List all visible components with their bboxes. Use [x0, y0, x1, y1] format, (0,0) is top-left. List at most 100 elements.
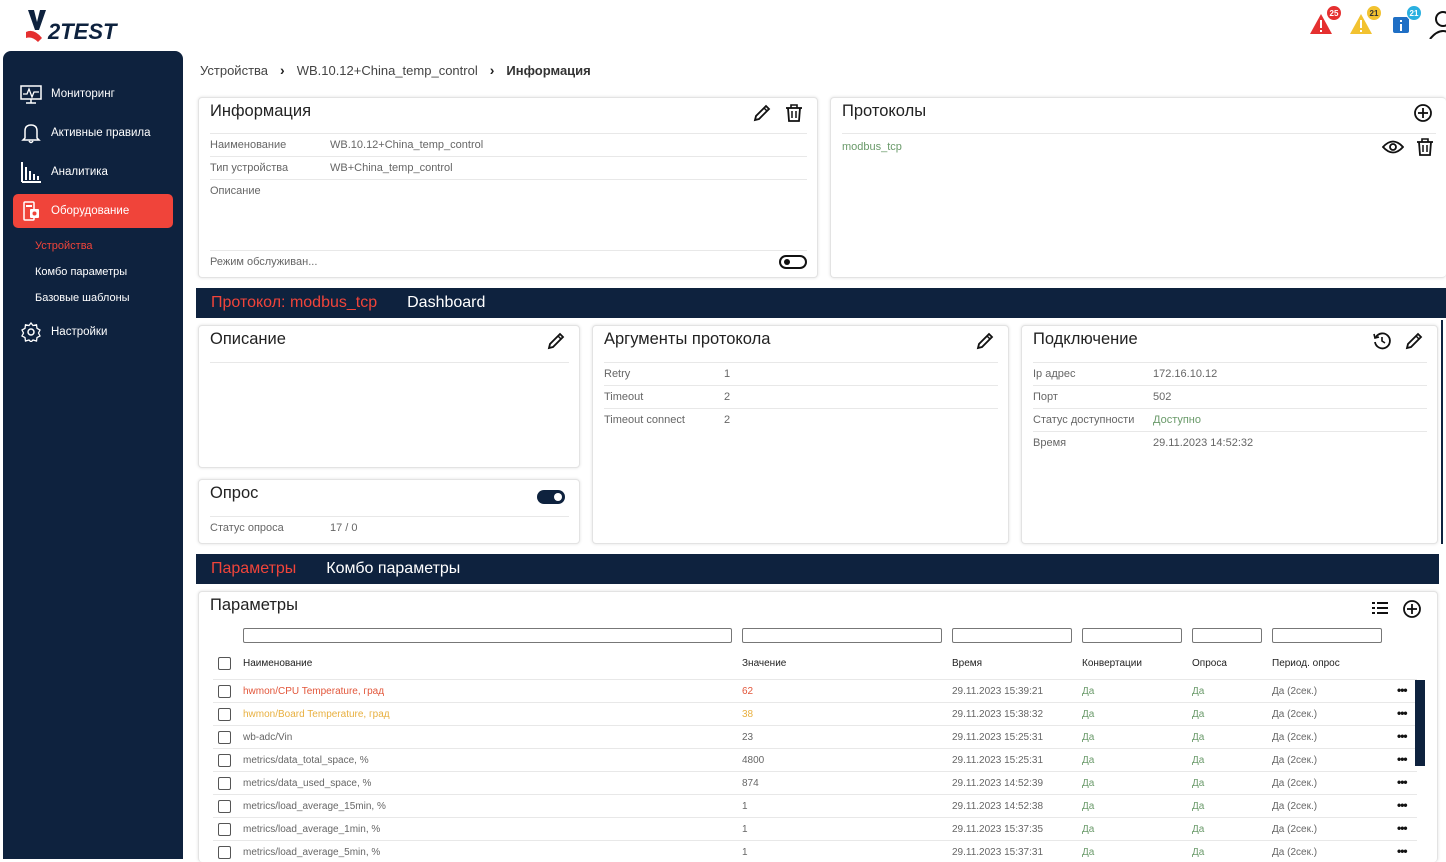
row-checkbox[interactable] [218, 731, 231, 744]
filter-period-input[interactable] [1272, 628, 1382, 643]
tab-protocol-modbus[interactable]: Протокол: modbus_tcp [211, 294, 377, 312]
tab-parameters[interactable]: Параметры [211, 560, 296, 578]
more-options-icon[interactable]: ••• [1397, 798, 1408, 812]
sidebar-item-equipment[interactable]: Оборудование [13, 194, 173, 228]
cell-name[interactable]: hwmon/Board Temperature, град [243, 709, 390, 720]
sidebar-item-label: Настройки [51, 326, 108, 338]
table-row[interactable]: wb-adc/Vin 23 29.11.2023 15:25:31 Да Да … [213, 725, 1417, 748]
delete-protocol-button[interactable] [1414, 136, 1436, 158]
delete-button[interactable] [783, 102, 805, 124]
row-checkbox[interactable] [218, 708, 231, 721]
table-row[interactable]: hwmon/CPU Temperature, град 62 29.11.202… [213, 679, 1417, 702]
col-header-period[interactable]: Период. опрос [1272, 658, 1340, 669]
history-button[interactable] [1371, 330, 1393, 352]
filter-poll-input[interactable] [1192, 628, 1262, 643]
more-options-icon[interactable]: ••• [1397, 683, 1408, 697]
args-row-key: Timeout connect [604, 414, 685, 426]
bar-chart-icon [19, 160, 43, 184]
cell-name[interactable]: hwmon/CPU Temperature, град [243, 686, 384, 697]
tab-dashboard[interactable]: Dashboard [407, 294, 485, 312]
cell-poll: Да [1192, 847, 1205, 858]
edit-description-button[interactable] [545, 330, 567, 352]
gear-icon [19, 320, 43, 344]
filter-conv-input[interactable] [1082, 628, 1182, 643]
table-row[interactable]: metrics/load_average_5min, % 1 29.11.202… [213, 840, 1417, 862]
user-icon [1429, 11, 1446, 39]
error-alert[interactable]: 25 [1308, 5, 1342, 37]
cell-name[interactable]: wb-adc/Vin [243, 732, 292, 743]
cell-value: 4800 [742, 755, 765, 766]
more-options-icon[interactable]: ••• [1397, 821, 1408, 835]
more-options-icon[interactable]: ••• [1397, 775, 1408, 789]
table-row[interactable]: metrics/load_average_15min, % 1 29.11.20… [213, 794, 1417, 817]
more-options-icon[interactable]: ••• [1397, 706, 1408, 720]
pencil-icon [547, 332, 565, 350]
cell-value: 23 [742, 732, 754, 743]
col-header-time[interactable]: Время [952, 658, 982, 669]
column-settings-button[interactable] [1369, 598, 1391, 620]
more-options-icon[interactable]: ••• [1397, 844, 1408, 858]
more-options-icon[interactable]: ••• [1397, 752, 1408, 766]
bell-icon [19, 121, 43, 145]
row-checkbox[interactable] [218, 800, 231, 813]
table-scrollbar[interactable] [1415, 680, 1425, 766]
edit-button[interactable] [751, 102, 773, 124]
sidebar-item-label: Оборудование [51, 205, 130, 217]
filter-name-input[interactable] [243, 628, 732, 643]
row-checkbox[interactable] [218, 685, 231, 698]
cell-name[interactable]: metrics/load_average_5min, % [243, 847, 380, 858]
row-checkbox[interactable] [218, 846, 231, 859]
breadcrumb-device[interactable]: WB.10.12+China_temp_control [297, 63, 478, 78]
col-header-conv[interactable]: Конвертации [1082, 658, 1142, 669]
protocol-name[interactable]: modbus_tcp [842, 141, 1382, 153]
sidebar-item-analytics[interactable]: Аналитика [13, 155, 173, 189]
add-parameter-button[interactable] [1401, 598, 1423, 620]
col-header-value[interactable]: Значение [742, 658, 786, 669]
cell-time: 29.11.2023 15:39:21 [952, 686, 1044, 697]
poll-toggle[interactable] [537, 490, 565, 504]
maintenance-toggle[interactable] [779, 255, 807, 269]
row-checkbox[interactable] [218, 777, 231, 790]
sidebar-item-active-rules[interactable]: Активные правила [13, 116, 173, 150]
row-checkbox[interactable] [218, 823, 231, 836]
cell-name[interactable]: metrics/data_total_space, % [243, 755, 369, 766]
tab-combo-parameters[interactable]: Комбо параметры [326, 560, 460, 578]
sidebar-item-settings[interactable]: Настройки [13, 315, 173, 349]
plus-circle-icon [1414, 104, 1432, 122]
cell-name[interactable]: metrics/data_used_space, % [243, 778, 371, 789]
cell-time: 29.11.2023 15:25:31 [952, 755, 1044, 766]
info-row: Тип устройства WB+China_temp_control [210, 156, 807, 179]
view-protocol-button[interactable] [1382, 136, 1404, 158]
row-checkbox[interactable] [218, 754, 231, 767]
col-header-name[interactable]: Наименование [243, 658, 312, 669]
sidebar-subitem-combo-params[interactable]: Комбо параметры [3, 259, 183, 285]
select-all-checkbox[interactable] [218, 657, 231, 670]
filter-time-input[interactable] [952, 628, 1072, 643]
info-alert[interactable]: 21 [1388, 5, 1422, 37]
scrollbar[interactable] [1441, 320, 1443, 544]
breadcrumb-devices[interactable]: Устройства [200, 63, 268, 78]
add-protocol-button[interactable] [1412, 102, 1434, 124]
user-menu[interactable] [1428, 9, 1446, 39]
more-options-icon[interactable]: ••• [1397, 729, 1408, 743]
col-header-poll[interactable]: Опроса [1192, 658, 1227, 669]
sidebar-subitem-devices[interactable]: Устройства [3, 233, 183, 259]
protocol-row[interactable]: modbus_tcp [842, 133, 1436, 159]
filter-value-input[interactable] [742, 628, 942, 643]
edit-args-button[interactable] [974, 330, 996, 352]
sidebar-subitem-base-templates[interactable]: Базовые шаблоны [3, 285, 183, 311]
cell-name[interactable]: metrics/load_average_15min, % [243, 801, 386, 812]
table-row[interactable]: metrics/data_used_space, % 874 29.11.202… [213, 771, 1417, 794]
edit-connection-button[interactable] [1403, 330, 1425, 352]
cell-period: Да (2сек.) [1272, 824, 1318, 835]
args-row: Timeout 2 [604, 385, 998, 408]
cell-name[interactable]: metrics/load_average_1min, % [243, 824, 380, 835]
connection-row-key: Ip адрес [1033, 368, 1076, 380]
table-row[interactable]: metrics/load_average_1min, % 1 29.11.202… [213, 817, 1417, 840]
cell-value: 62 [742, 686, 754, 697]
table-row[interactable]: hwmon/Board Temperature, град 38 29.11.2… [213, 702, 1417, 725]
maintenance-label: Режим обслуживан... [210, 256, 318, 268]
warning-alert[interactable]: 21 [1348, 5, 1382, 37]
table-row[interactable]: metrics/data_total_space, % 4800 29.11.2… [213, 748, 1417, 771]
sidebar-item-monitoring[interactable]: Мониторинг [13, 77, 173, 111]
